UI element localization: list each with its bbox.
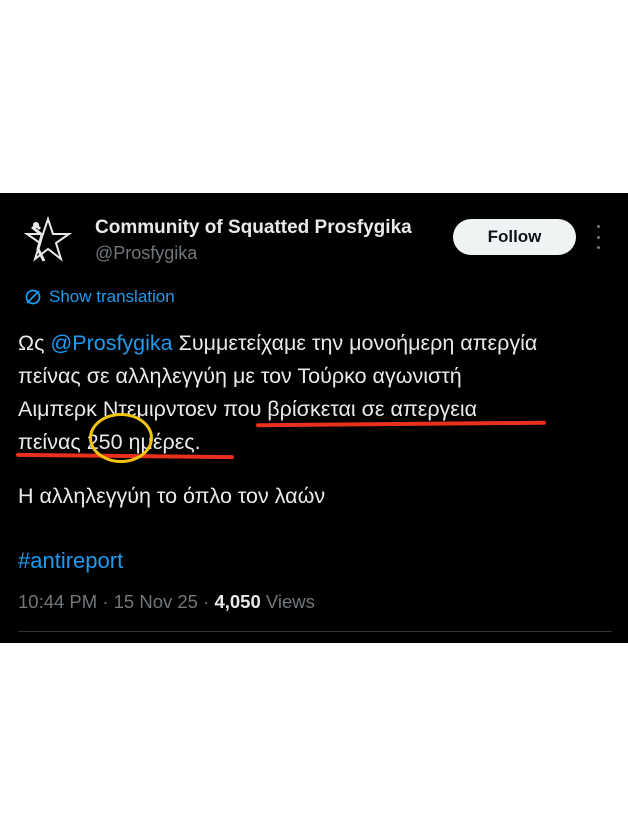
views-label: Views [265,591,315,612]
tweet-line-2: πείνας σε αλληλεγγύη με τον Τούρκο αγωνι… [18,364,462,388]
show-translation-link[interactable]: Show translation [24,287,175,307]
star-logo-icon [22,215,73,265]
avatar[interactable] [22,215,73,265]
translate-icon [25,289,41,305]
more-options-icon[interactable] [592,225,604,249]
tweet-line-1: Ως @Prosfygika Συμμετείχαμε την μονοήμερ… [18,327,613,360]
tweet-paragraph-2: Η αλληλεγγύη το όπλο τον λαών [18,484,326,508]
mention-link[interactable]: @Prosfygika [50,331,172,355]
tweet-line-1-prefix: Ως [18,331,51,355]
tweet-line-1-rest: Συμμετείχαμε την μονοήμερη απεργία [172,331,538,355]
hashtag-line: #antireport [18,548,123,574]
yellow-circle-annotation [89,413,153,463]
page: Community of Squatted Prosfygika @Prosfy… [0,0,628,837]
meta-separator: · [203,591,215,612]
tweet-meta: 10:44 PM · 15 Nov 25 · 4,050 Views [18,591,315,613]
views-count: 4,050 [214,591,261,612]
divider [18,631,612,632]
meta-separator: · [102,591,114,612]
follow-button[interactable]: Follow [453,219,576,255]
user-handle[interactable]: @Prosfygika [95,243,197,264]
tweet-time[interactable]: 10:44 PM [18,591,97,612]
tweet-date[interactable]: 15 Nov 25 [114,591,198,612]
hashtag-link[interactable]: #antireport [18,548,123,573]
show-translation-label: Show translation [49,287,175,306]
tweet-card: Community of Squatted Prosfygika @Prosfy… [0,193,628,643]
display-name[interactable]: Community of Squatted Prosfygika [95,217,412,239]
